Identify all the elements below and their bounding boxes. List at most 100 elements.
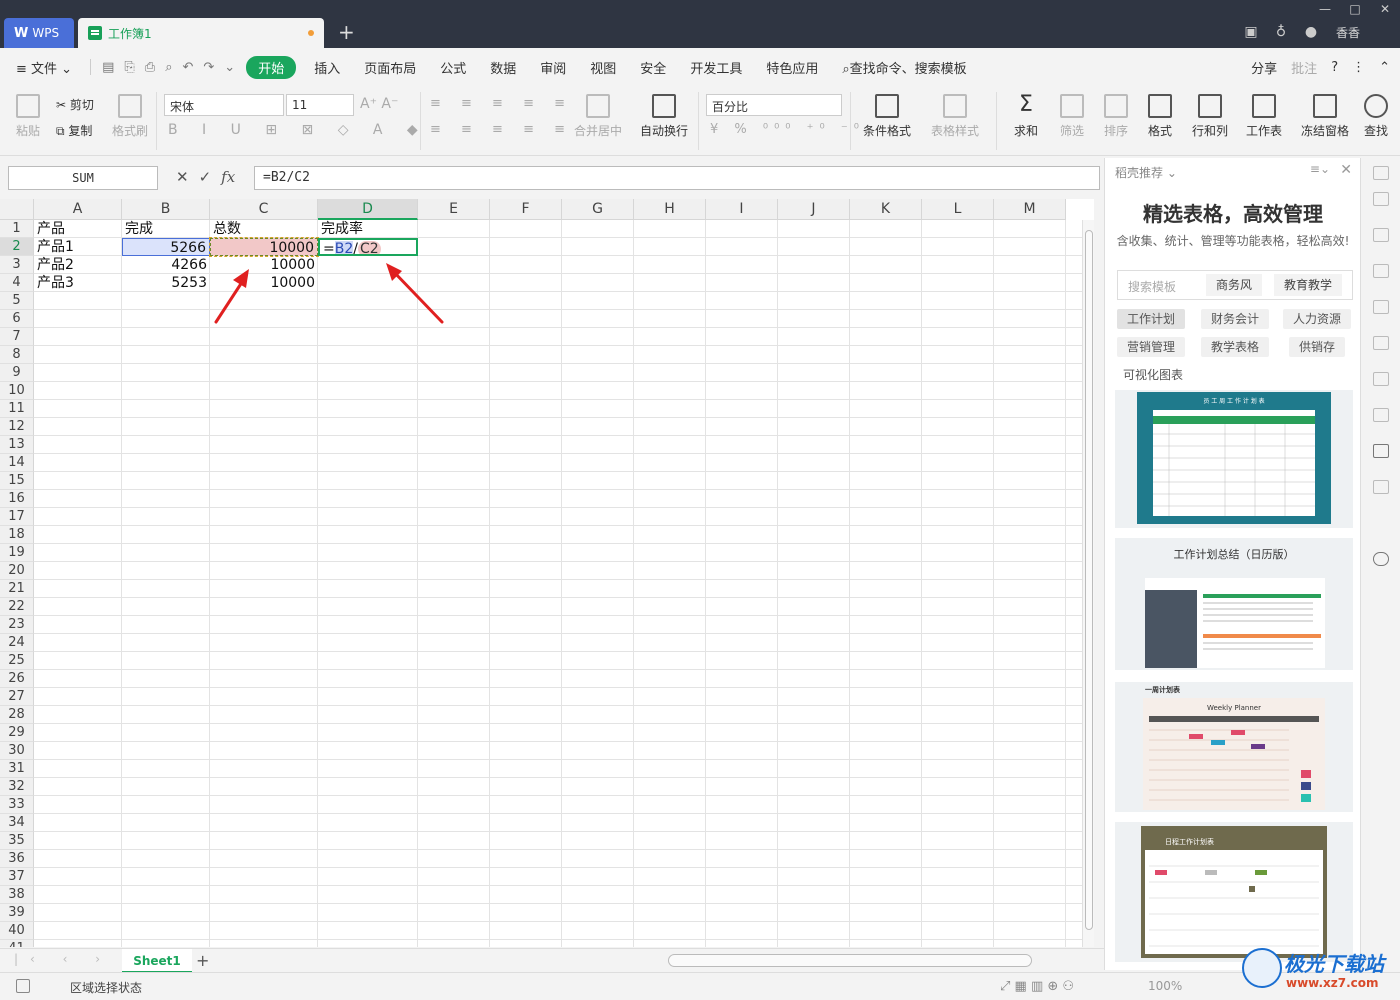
row-header-26[interactable]: 26 [0,670,34,688]
cell-c1[interactable]: 总数 [210,220,318,238]
row-header-1[interactable]: 1 [0,220,34,238]
row-header-9[interactable]: 9 [0,364,34,382]
template-card-4[interactable]: 日程工作计划表 [1115,822,1353,962]
save-icon[interactable]: ▤ [97,60,119,75]
collapse-ribbon-icon[interactable]: ⌃ [1379,60,1390,75]
panel-header[interactable]: 稻壳推荐 ⌄ [1115,164,1177,181]
paste-button[interactable]: 粘贴 [10,94,46,139]
keyword-business[interactable]: 商务风 [1206,274,1263,296]
fx-icon[interactable]: fx [221,168,235,186]
panel-menu-icon[interactable]: ≡⌄ [1310,162,1330,176]
skin-icon[interactable]: ♁ [1266,24,1296,40]
row-header-8[interactable]: 8 [0,346,34,364]
cell-c4[interactable]: 10000 [210,274,318,292]
maximize-icon[interactable]: □ [1340,0,1370,18]
tab-view[interactable]: 视图 [578,58,628,77]
column-header-i[interactable]: I [706,199,778,220]
row-header-30[interactable]: 30 [0,742,34,760]
tab-formulas[interactable]: 公式 [428,58,478,77]
cell-b4[interactable]: 5253 [122,274,210,292]
row-header-40[interactable]: 40 [0,922,34,940]
find-button[interactable]: 查找 [1364,94,1388,139]
wrap-text-button[interactable]: 自动换行 [638,94,690,139]
cell-d3[interactable] [318,256,418,274]
sort-button[interactable]: 排序 [1098,94,1134,139]
row-header-14[interactable]: 14 [0,454,34,472]
number-format-select[interactable]: 百分比 [706,94,842,116]
cell-a1[interactable]: 产品 [34,220,122,238]
row-header-3[interactable]: 3 [0,256,34,274]
close-icon[interactable]: ✕ [1370,0,1400,18]
category-hr[interactable]: 人力资源 [1283,309,1352,329]
undo-icon[interactable]: ↶ [177,60,198,75]
backup-icon[interactable] [1373,408,1389,422]
row-header-39[interactable]: 39 [0,904,34,922]
row-header-2[interactable]: 2 [0,238,34,256]
row-header-20[interactable]: 20 [0,562,34,580]
select-all-corner[interactable] [0,199,34,220]
category-work-plan[interactable]: 工作计划 [1117,309,1186,329]
font-name-select[interactable]: 宋体 [164,94,284,116]
help-icon[interactable]: ? [1331,60,1338,75]
row-header-33[interactable]: 33 [0,796,34,814]
template-search-input[interactable]: 搜索模板 商务风 教育教学 [1117,270,1353,300]
zoom-level[interactable]: 100% [1148,979,1182,993]
spreadsheet-grid[interactable]: A B C D E F G H I J K L M 1 2 3 4 5 6 7 8 9 10 11 12 13 14 15 16 17 18… [0,199,1094,947]
cell-b3[interactable]: 4266 [122,256,210,274]
row-header-41[interactable]: 41 [0,940,34,947]
add-sheet-button[interactable]: + [196,951,209,970]
row-header-32[interactable]: 32 [0,778,34,796]
tab-insert[interactable]: 插入 [302,58,352,77]
settings-icon[interactable] [1373,336,1389,350]
row-header-21[interactable]: 21 [0,580,34,598]
copy-button[interactable]: ⧉ 复制 [56,122,92,139]
row-header-7[interactable]: 7 [0,328,34,346]
freeze-panes-button[interactable]: 冻结窗格 [1298,94,1352,139]
table-style-button[interactable]: 表格样式 [924,94,986,139]
format-painter-button[interactable]: 格式刷 [110,94,150,139]
comment-button[interactable]: 批注 [1291,58,1317,77]
column-header-k[interactable]: K [850,199,922,220]
tab-security[interactable]: 安全 [628,58,678,77]
file-menu[interactable]: ≡ 文件 ⌄ [0,58,84,77]
new-tab-button[interactable]: + [338,20,355,44]
template-card-3[interactable]: 一周计划表 Weekly Planner [1115,682,1353,812]
row-header-34[interactable]: 34 [0,814,34,832]
tab-home[interactable]: 开始 [246,55,297,79]
column-header-g[interactable]: G [562,199,634,220]
row-header-13[interactable]: 13 [0,436,34,454]
export-icon[interactable]: ⎘ [119,60,139,75]
tab-special[interactable]: 特色应用 [754,58,830,77]
cell-c3[interactable]: 10000 [210,256,318,274]
print-icon[interactable]: ⎙ [140,60,160,75]
history-icon[interactable] [1373,552,1389,566]
category-marketing[interactable]: 营销管理 [1117,337,1186,357]
user-name[interactable]: 香香 [1336,24,1360,41]
row-header-4[interactable]: 4 [0,274,34,292]
name-box[interactable]: SUM [8,166,158,190]
sum-button[interactable]: Σ 求和 [1008,94,1044,139]
conditional-format-button[interactable]: 条件格式 [858,94,916,139]
cell-a2[interactable]: 产品1 [34,238,122,256]
keyword-education[interactable]: 教育教学 [1274,274,1343,296]
more-icon[interactable]: ⋮ [1352,60,1365,75]
check-icon[interactable]: ✓ [199,168,212,186]
shapes-icon[interactable] [1373,228,1389,242]
font-size-select[interactable]: 11 [286,94,354,116]
vertical-scrollbar[interactable] [1082,220,1094,947]
row-header-10[interactable]: 10 [0,382,34,400]
column-header-b[interactable]: B [122,199,210,220]
cell-a4[interactable]: 产品3 [34,274,122,292]
column-header-h[interactable]: H [634,199,706,220]
command-search[interactable]: ⌕查找命令、搜索模板 [842,58,966,77]
share-icon[interactable] [1373,372,1389,386]
alignment-icons-row2[interactable]: ≡ ≡ ≡ ≡ ≡ [430,122,573,137]
format-button[interactable]: 格式 [1142,94,1178,139]
row-header-12[interactable]: 12 [0,418,34,436]
category-supply[interactable]: 供销存 [1289,337,1346,357]
category-charts[interactable]: 可视化图表 [1113,365,1193,385]
macro-record-icon[interactable] [16,979,30,993]
row-header-28[interactable]: 28 [0,706,34,724]
row-header-15[interactable]: 15 [0,472,34,490]
horizontal-scrollbar[interactable] [668,954,1032,967]
